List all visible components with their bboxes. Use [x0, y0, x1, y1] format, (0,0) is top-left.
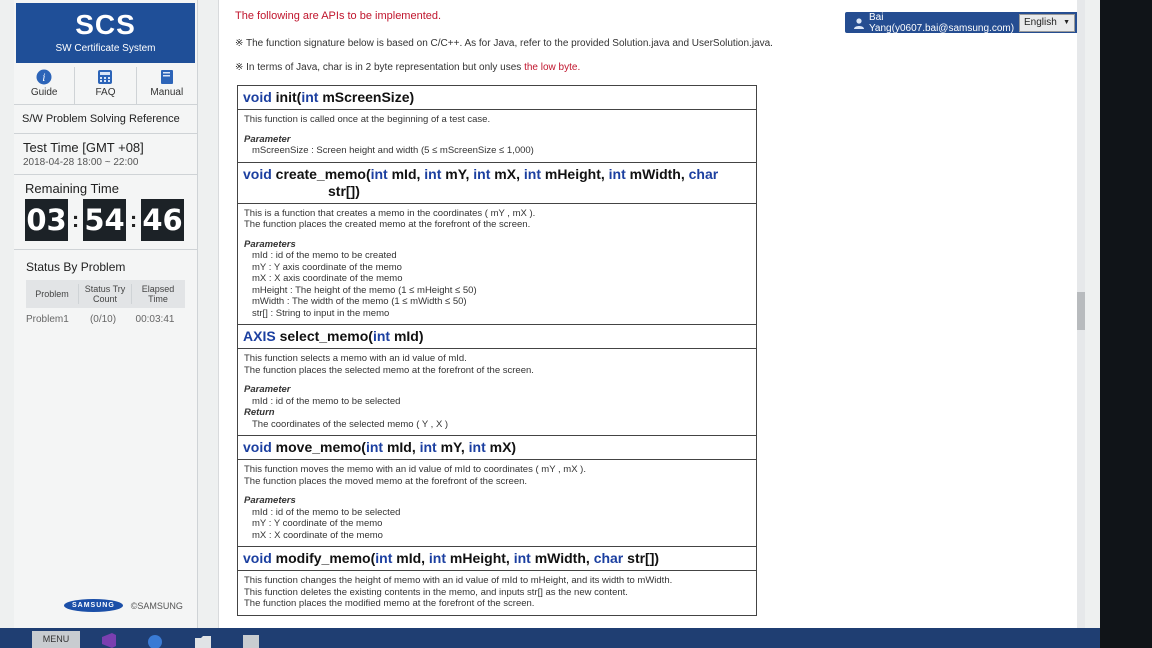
nav-manual-label: Manual: [150, 87, 184, 98]
window-icon[interactable]: [242, 633, 260, 648]
status-by-problem: Status By Problem Problem Status Try Cou…: [14, 250, 197, 335]
test-time-value: 2018-04-28 18:00 ~ 22:00: [23, 157, 139, 168]
language-value: English: [1024, 16, 1057, 28]
footer-brand: SAMSUNG ©SAMSUNG: [64, 599, 183, 612]
copyright: ©SAMSUNG: [130, 600, 183, 611]
logo-title: SCS: [75, 9, 136, 40]
sidebar: SCS SW Certificate System i Guide FAQ Ma…: [14, 0, 198, 628]
language-select[interactable]: English ▼: [1019, 13, 1075, 32]
status-elapsed: 00:03:41: [135, 314, 175, 325]
status-header-problem: Problem: [35, 289, 69, 299]
timer-seconds: 46: [141, 199, 184, 241]
timer-separator: :: [129, 207, 138, 232]
user-icon: [854, 17, 864, 29]
taskbar: MENU: [0, 628, 1100, 648]
user-name[interactable]: Bai Yang(y0607.bai@samsung.com): [869, 12, 1019, 34]
timer-separator: :: [71, 207, 80, 232]
main-content: Bai Yang(y0607.bai@samsung.com) English …: [218, 0, 1085, 628]
screen: SCS SW Certificate System i Guide FAQ Ma…: [0, 0, 1100, 628]
samsung-logo: SAMSUNG: [64, 599, 123, 612]
status-header-count: Status Try Count: [78, 284, 131, 304]
svg-text:i: i: [43, 73, 46, 84]
api-signature-select-memo: AXIS select_memo(int mId): [238, 325, 756, 349]
scs-logo[interactable]: SCS SW Certificate System: [16, 3, 195, 63]
countdown-timer: 03 : 54 : 46: [25, 199, 186, 241]
logo-subtitle: SW Certificate System: [55, 43, 156, 54]
api-desc-create-memo: This is a function that creates a memo i…: [238, 204, 756, 325]
status-problem: Problem1: [26, 314, 69, 325]
nav-guide[interactable]: i Guide: [14, 67, 76, 104]
remaining-time-label: Remaining Time: [25, 181, 119, 196]
java-char-note: ※ In terms of Java, char is in 2 byte re…: [235, 62, 580, 73]
nav-faq[interactable]: FAQ: [75, 67, 137, 104]
test-time-label: Test Time [GMT +08]: [23, 140, 144, 155]
browser-icon[interactable]: [146, 633, 164, 648]
api-signature-init: void init(int mScreenSize): [238, 86, 756, 110]
nav-faq-label: FAQ: [95, 87, 116, 98]
scrollbar-thumb[interactable]: [1077, 292, 1085, 330]
api-intro-note: The following are APIs to be implemented…: [235, 10, 442, 22]
api-table: void init(int mScreenSize) This function…: [237, 85, 757, 616]
api-desc-move-memo: This function moves the memo with an id …: [238, 460, 756, 547]
signature-note: ※ The function signature below is based …: [235, 38, 773, 49]
user-bar: Bai Yang(y0607.bai@samsung.com) English …: [845, 12, 1079, 34]
status-count: (0/10): [89, 314, 117, 325]
vertical-scrollbar[interactable]: [1077, 0, 1085, 628]
nav-manual[interactable]: Manual: [137, 67, 197, 104]
api-signature-move-memo: void move_memo(int mId, int mY, int mX): [238, 436, 756, 460]
status-label: Status By Problem: [26, 260, 126, 274]
api-signature-modify-memo: void modify_memo(int mId, int mHeight, i…: [238, 547, 756, 571]
timer-minutes: 54: [83, 199, 126, 241]
java-char-note-highlight: the low byte.: [524, 62, 581, 73]
taskbar-menu-button[interactable]: MENU: [32, 631, 80, 648]
status-row[interactable]: Problem1 (0/10) 00:03:41: [26, 314, 185, 325]
book-icon: [160, 70, 173, 84]
remaining-time-block: Remaining Time 03 : 54 : 46: [14, 175, 197, 250]
folder-icon[interactable]: [194, 633, 212, 648]
sidebar-nav: i Guide FAQ Manual: [14, 67, 197, 105]
test-time-block: Test Time [GMT +08] 2018-04-28 18:00 ~ 2…: [14, 134, 197, 175]
api-desc-init: This function is called once at the begi…: [238, 110, 756, 163]
nav-guide-label: Guide: [30, 87, 58, 98]
api-desc-modify-memo: This function changes the height of memo…: [238, 571, 756, 616]
api-desc-select-memo: This function selects a memo with an id …: [238, 349, 756, 436]
visual-studio-icon[interactable]: [100, 633, 118, 648]
status-header-elapsed: Elapsed Time: [131, 284, 184, 304]
chevron-down-icon: ▼: [1063, 18, 1070, 26]
java-char-note-text: ※ In terms of Java, char is in 2 byte re…: [235, 62, 525, 73]
info-icon: i: [36, 69, 52, 85]
api-signature-create-memo: void create_memo(int mId, int mY, int mX…: [238, 163, 756, 204]
calculator-icon: [98, 70, 113, 84]
reference-link[interactable]: S/W Problem Solving Reference: [14, 105, 197, 134]
status-table-header: Problem Status Try Count Elapsed Time: [26, 280, 185, 308]
timer-hours: 03: [25, 199, 68, 241]
